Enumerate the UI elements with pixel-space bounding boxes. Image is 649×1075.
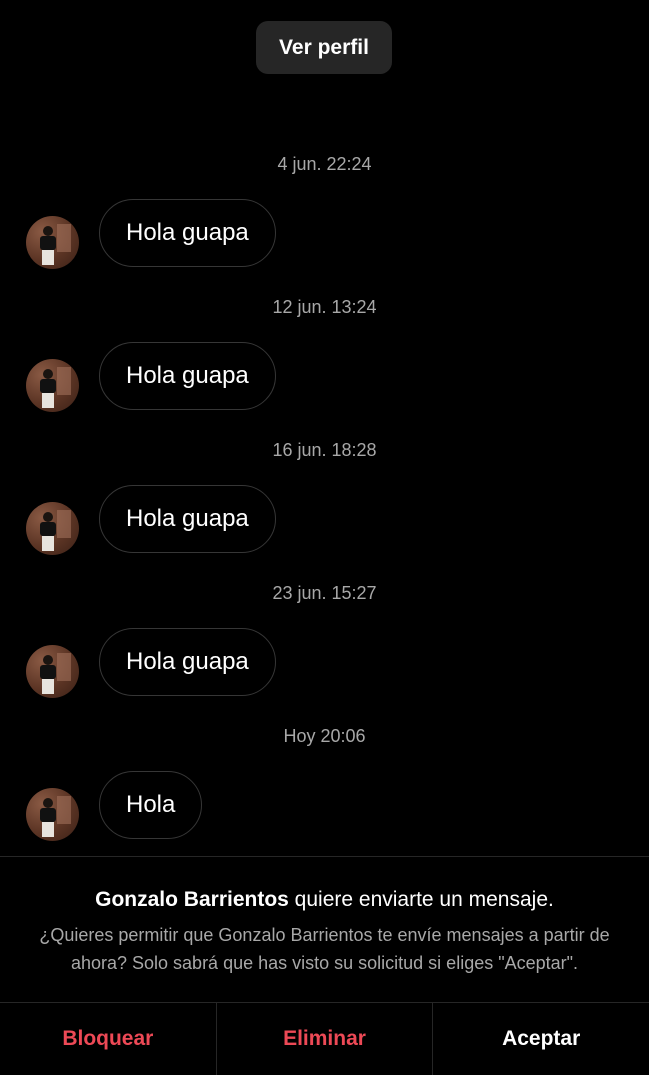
request-description: ¿Quieres permitir que Gonzalo Barrientos… (39, 925, 610, 973)
message-timestamp: 4 jun. 22:24 (277, 154, 372, 174)
message-timestamp: 23 jun. 15:27 (272, 583, 377, 603)
delete-button[interactable]: Eliminar (215, 1003, 433, 1075)
message-timestamp: Hoy 20:06 (283, 726, 366, 746)
avatar[interactable] (26, 788, 79, 841)
avatar-photo (40, 510, 71, 551)
message-timestamp: 16 jun. 18:28 (272, 440, 377, 460)
request-title-suffix: quiere enviarte un mensaje. (288, 888, 554, 911)
block-button[interactable]: Bloquear (0, 1003, 216, 1075)
message-bubble[interactable]: Hola guapa (99, 485, 276, 553)
divider (0, 856, 649, 857)
message-bubble[interactable]: Hola guapa (99, 628, 276, 696)
avatar-photo (40, 796, 71, 837)
avatar[interactable] (26, 359, 79, 412)
avatar[interactable] (26, 645, 79, 698)
view-profile-button[interactable]: Ver perfil (256, 21, 392, 74)
avatar-photo (40, 653, 71, 694)
avatar[interactable] (26, 216, 79, 269)
accept-button[interactable]: Aceptar (432, 1003, 649, 1075)
message-bubble[interactable]: Hola guapa (99, 199, 276, 267)
request-sender-name: Gonzalo Barrientos (95, 888, 289, 911)
avatar-photo (40, 224, 71, 265)
avatar[interactable] (26, 502, 79, 555)
request-actions: Bloquear Eliminar Aceptar (0, 1002, 649, 1075)
message-timestamp: 12 jun. 13:24 (272, 297, 377, 317)
request-title: Gonzalo Barrientos quiere enviarte un me… (0, 888, 649, 912)
message-bubble[interactable]: Hola (99, 771, 203, 839)
message-bubble[interactable]: Hola guapa (99, 342, 276, 410)
avatar-photo (40, 367, 71, 408)
